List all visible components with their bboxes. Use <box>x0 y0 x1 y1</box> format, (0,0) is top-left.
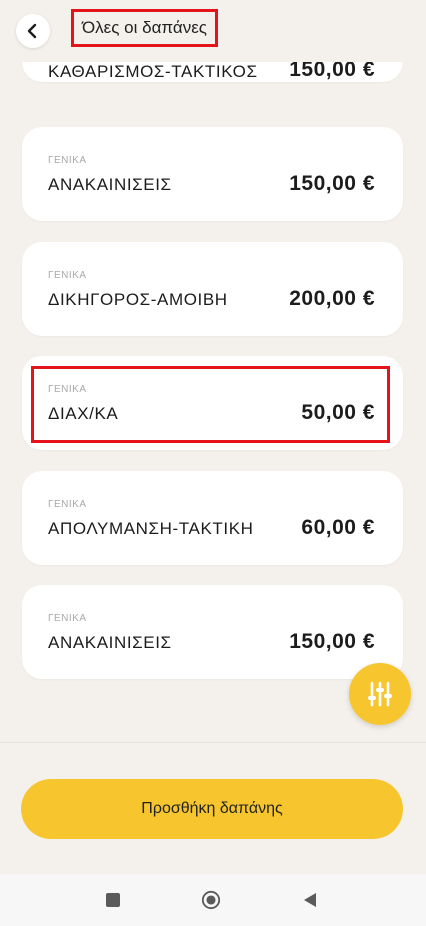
expense-card[interactable]: ΓΕΝΙΚΑ ΑΠΟΛΥΜΑΝΣΗ-ΤΑΚΤΙΚΗ 60,00 € <box>22 471 403 565</box>
sliders-icon <box>368 681 392 707</box>
expense-name: ΚΑΘΑΡΙΣΜΟΣ-ΤΑΚΤΙΚΟΣ <box>48 62 258 81</box>
expense-category: ΓΕΝΙΚΑ <box>48 155 87 166</box>
expense-name: ΔΙΚΗΓΟΡΟΣ-ΑΜΟΙΒΗ <box>48 290 228 309</box>
expenses-screen: ΚΑΘΑΡΙΣΜΟΣ-ΤΑΚΤΙΚΟΣ 150,00 € ΓΕΝΙΚΑ ΑΝΑΚ… <box>0 0 426 926</box>
back-triangle-icon <box>304 893 316 907</box>
expense-category: ΓΕΝΙΚΑ <box>48 613 87 624</box>
system-navigation-bar <box>0 874 426 926</box>
expense-name: ΑΠΟΛΥΜΑΝΣΗ-ΤΑΚΤΙΚΗ <box>48 519 254 538</box>
page-title: Όλες οι δαπάνες <box>71 9 218 47</box>
add-expense-button[interactable]: Προσθήκη δαπάνης <box>21 779 403 839</box>
page-title-text: Όλες οι δαπάνες <box>82 18 207 37</box>
expense-category: ΓΕΝΙΚΑ <box>48 499 87 510</box>
back-button[interactable] <box>16 14 50 48</box>
footer-bar: Προσθήκη δαπάνης <box>0 742 426 874</box>
filter-button[interactable] <box>349 663 411 725</box>
recents-square-icon <box>106 893 120 907</box>
chevron-left-icon <box>27 23 37 39</box>
expense-list[interactable]: ΚΑΘΑΡΙΣΜΟΣ-ΤΑΚΤΙΚΟΣ 150,00 € ΓΕΝΙΚΑ ΑΝΑΚ… <box>0 0 426 742</box>
top-app-bar: Όλες οι δαπάνες <box>0 0 426 62</box>
recents-button[interactable] <box>103 890 123 910</box>
expense-amount: 200,00 € <box>289 287 375 310</box>
expense-card[interactable]: ΓΕΝΙΚΑ ΔΙΚΗΓΟΡΟΣ-ΑΜΟΙΒΗ 200,00 € <box>22 242 403 336</box>
expense-category: ΓΕΝΙΚΑ <box>48 270 87 281</box>
expense-name: ΑΝΑΚΑΙΝΙΣΕΙΣ <box>48 175 172 194</box>
expense-card[interactable]: ΓΕΝΙΚΑ ΑΝΑΚΑΙΝΙΣΕΙΣ 150,00 € <box>22 585 403 679</box>
back-nav-button[interactable] <box>300 890 320 910</box>
expense-amount: 150,00 € <box>289 172 375 195</box>
expense-card[interactable]: ΓΕΝΙΚΑ ΑΝΑΚΑΙΝΙΣΕΙΣ 150,00 € <box>22 127 403 221</box>
highlight-box-selected-expense <box>31 366 390 443</box>
expense-amount: 60,00 € <box>301 516 375 539</box>
expense-amount: 150,00 € <box>289 630 375 653</box>
home-button[interactable] <box>201 890 221 910</box>
home-circle-icon <box>201 890 221 910</box>
expense-name: ΑΝΑΚΑΙΝΙΣΕΙΣ <box>48 633 172 652</box>
add-expense-label: Προσθήκη δαπάνης <box>141 800 283 817</box>
